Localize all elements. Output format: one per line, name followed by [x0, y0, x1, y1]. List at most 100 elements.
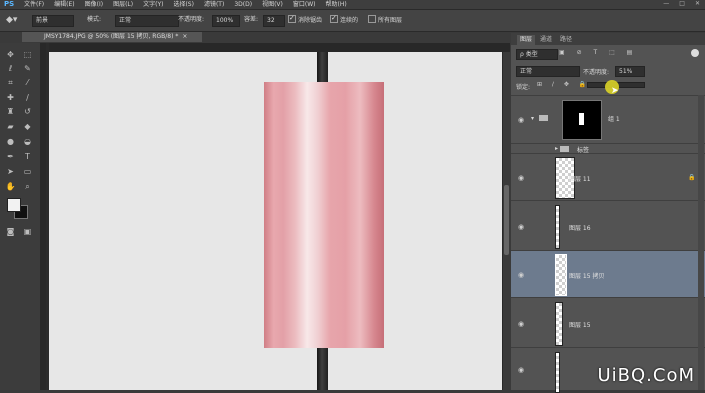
foreground-color-swatch[interactable]: [7, 198, 21, 212]
hand-tool-icon[interactable]: ✋: [5, 181, 16, 192]
healing-brush-tool-icon[interactable]: ✚: [5, 92, 16, 103]
document-tab[interactable]: JMSY1784.JPG @ 50% (图层 15 拷贝, RGB/8) * ×: [22, 32, 202, 42]
zoom-tool-icon[interactable]: ⌕: [22, 181, 33, 192]
menu-window[interactable]: 窗口(W): [293, 0, 316, 9]
eye-icon[interactable]: ◉: [517, 116, 525, 124]
layer-name[interactable]: 图层 16: [569, 223, 591, 232]
menu-help[interactable]: 帮助(H): [326, 0, 347, 9]
layer-opacity-label: 不透明度:: [583, 69, 610, 76]
window-controls: — □ ✕: [663, 0, 700, 9]
eyedropper-tool-icon[interactable]: ⁄: [22, 77, 33, 88]
layer-name[interactable]: 组 1: [608, 114, 620, 123]
menu-layer[interactable]: 图层(L): [113, 0, 133, 9]
type-tool-icon[interactable]: T: [22, 151, 33, 162]
contiguous-checkbox[interactable]: 连续的: [330, 13, 358, 25]
maximize-button[interactable]: □: [679, 0, 685, 9]
menu-image[interactable]: 图像(I): [85, 0, 103, 9]
dodge-tool-icon[interactable]: ◒: [22, 136, 33, 147]
panel-tabs: 图层 通道 路径: [511, 33, 705, 45]
brush-tool-icon[interactable]: ∕: [22, 92, 33, 103]
folder-icon: [539, 115, 548, 121]
eye-icon[interactable]: ◉: [517, 223, 525, 231]
tools-panel: ✥ ⬚ ℓ ✎ ⌗ ⁄ ✚ ∕ ♜ ↺ ▰ ◆ ● ◒ ✒ T ➤ ▭ ✋ ⌕ …: [0, 43, 40, 390]
layer-filter-select[interactable]: ρ 类型: [516, 49, 558, 60]
layer-name[interactable]: 图层 15 拷贝: [569, 271, 604, 280]
menu-type[interactable]: 文字(Y): [143, 0, 163, 9]
quick-mask-icon[interactable]: ◙: [5, 226, 16, 237]
layer-row-group[interactable]: ◉ ▾ 组 1: [511, 95, 705, 143]
opacity-label: 不透明度:: [178, 16, 205, 23]
layer-row[interactable]: ◉ 图层 11 🔒: [511, 153, 705, 200]
expand-arrow-icon[interactable]: ▸: [555, 145, 558, 152]
menu-filter[interactable]: 滤镜(T): [204, 0, 224, 9]
minimize-button[interactable]: —: [663, 0, 669, 9]
menu-3d[interactable]: 3D(D): [234, 0, 252, 9]
layer-thumbnail: [555, 254, 567, 296]
pen-tool-icon[interactable]: ✒: [5, 151, 16, 162]
expand-arrow-icon[interactable]: ▾: [531, 115, 534, 122]
menu-edit[interactable]: 编辑(E): [54, 0, 74, 9]
history-brush-tool-icon[interactable]: ↺: [22, 106, 33, 117]
folder-icon: [560, 146, 569, 152]
mask-shape: [579, 113, 584, 125]
crop-tool-icon[interactable]: ⌗: [5, 77, 16, 88]
shape-tool-icon[interactable]: ▭: [22, 166, 33, 177]
layer-thumbnail: [555, 352, 560, 393]
options-bar: ◆▾ 前景 模式: 正常 不透明度: 100% 容差: 32 消除锯齿 连续的 …: [0, 10, 705, 32]
mode-label: 模式:: [87, 16, 102, 23]
clone-stamp-tool-icon[interactable]: ♜: [5, 106, 16, 117]
layer-row[interactable]: ◉ 图层 16: [511, 200, 705, 250]
lock-icons[interactable]: ⊞ ∕ ✥ 🔒: [537, 81, 590, 88]
blur-tool-icon[interactable]: ●: [5, 136, 16, 147]
lasso-tool-icon[interactable]: ℓ: [5, 63, 16, 74]
menu-select[interactable]: 选择(S): [173, 0, 194, 9]
layer-row[interactable]: ◉ 图层 15: [511, 297, 705, 347]
layer-filter-row: ρ 类型 ▣ ⊘ T ⬚ ▤: [511, 46, 705, 62]
tab-layers[interactable]: 图层: [517, 35, 536, 45]
layer-row-folder[interactable]: ▸ 标签: [511, 143, 705, 154]
menu-bar: PS 文件(F) 编辑(E) 图像(I) 图层(L) 文字(Y) 选择(S) 滤…: [0, 0, 705, 10]
quick-select-tool-icon[interactable]: ✎: [22, 63, 33, 74]
eye-icon[interactable]: ◉: [517, 366, 525, 374]
opacity-field[interactable]: 100%: [212, 15, 240, 27]
filter-icons[interactable]: ▣ ⊘ T ⬚ ▤: [559, 49, 637, 56]
tolerance-field[interactable]: 32: [263, 15, 285, 27]
layer-name[interactable]: 图层 15: [569, 320, 591, 329]
eye-icon[interactable]: ◉: [517, 174, 525, 182]
eye-icon[interactable]: ◉: [517, 271, 525, 279]
panel-scrollbar[interactable]: [698, 95, 704, 390]
blend-mode-select[interactable]: 正常: [516, 66, 580, 77]
checkbox-checked-icon: [288, 13, 296, 23]
paint-bucket-tool-icon[interactable]: ◆: [22, 121, 33, 132]
eraser-tool-icon[interactable]: ▰: [5, 121, 16, 132]
menu-list: 文件(F) 编辑(E) 图像(I) 图层(L) 文字(Y) 选择(S) 滤镜(T…: [24, 0, 347, 9]
tolerance-label: 容差:: [244, 16, 259, 23]
tab-channels[interactable]: 通道: [537, 35, 555, 45]
layer-mask-thumbnail[interactable]: [562, 100, 602, 140]
lock-icon: 🔒: [688, 174, 696, 181]
layer-opacity-field[interactable]: 51%: [615, 66, 645, 77]
close-button[interactable]: ✕: [695, 0, 700, 9]
eye-icon[interactable]: ◉: [517, 320, 525, 328]
path-select-tool-icon[interactable]: ➤: [5, 166, 16, 177]
screen-mode-icon[interactable]: ▣: [22, 226, 33, 237]
scrollbar-thumb[interactable]: [504, 185, 509, 255]
layer-row-selected[interactable]: ◉ 图层 15 拷贝: [511, 250, 705, 297]
move-tool-icon[interactable]: ✥: [5, 49, 16, 60]
watermark: UiBQ.CoM: [597, 365, 695, 386]
filter-toggle-icon[interactable]: [691, 49, 699, 57]
fill-source-select[interactable]: 前景: [32, 15, 74, 27]
checkbox-empty-icon: [368, 15, 376, 23]
marquee-tool-icon[interactable]: ⬚: [22, 49, 33, 60]
photoshop-logo: PS: [4, 0, 15, 8]
layer-name[interactable]: 图层 11: [569, 174, 591, 183]
tab-paths[interactable]: 路径: [557, 35, 575, 45]
anti-alias-checkbox[interactable]: 消除锯齿: [288, 13, 322, 25]
menu-file[interactable]: 文件(F): [24, 0, 44, 9]
menu-view[interactable]: 视图(V): [262, 0, 283, 9]
close-tab-icon[interactable]: ×: [182, 33, 187, 40]
all-layers-checkbox[interactable]: 所有图层: [368, 15, 402, 25]
gradient-bucket-icon[interactable]: ◆▾: [6, 15, 17, 25]
mode-select[interactable]: 正常: [115, 15, 179, 27]
layer-thumbnail: [555, 302, 563, 346]
